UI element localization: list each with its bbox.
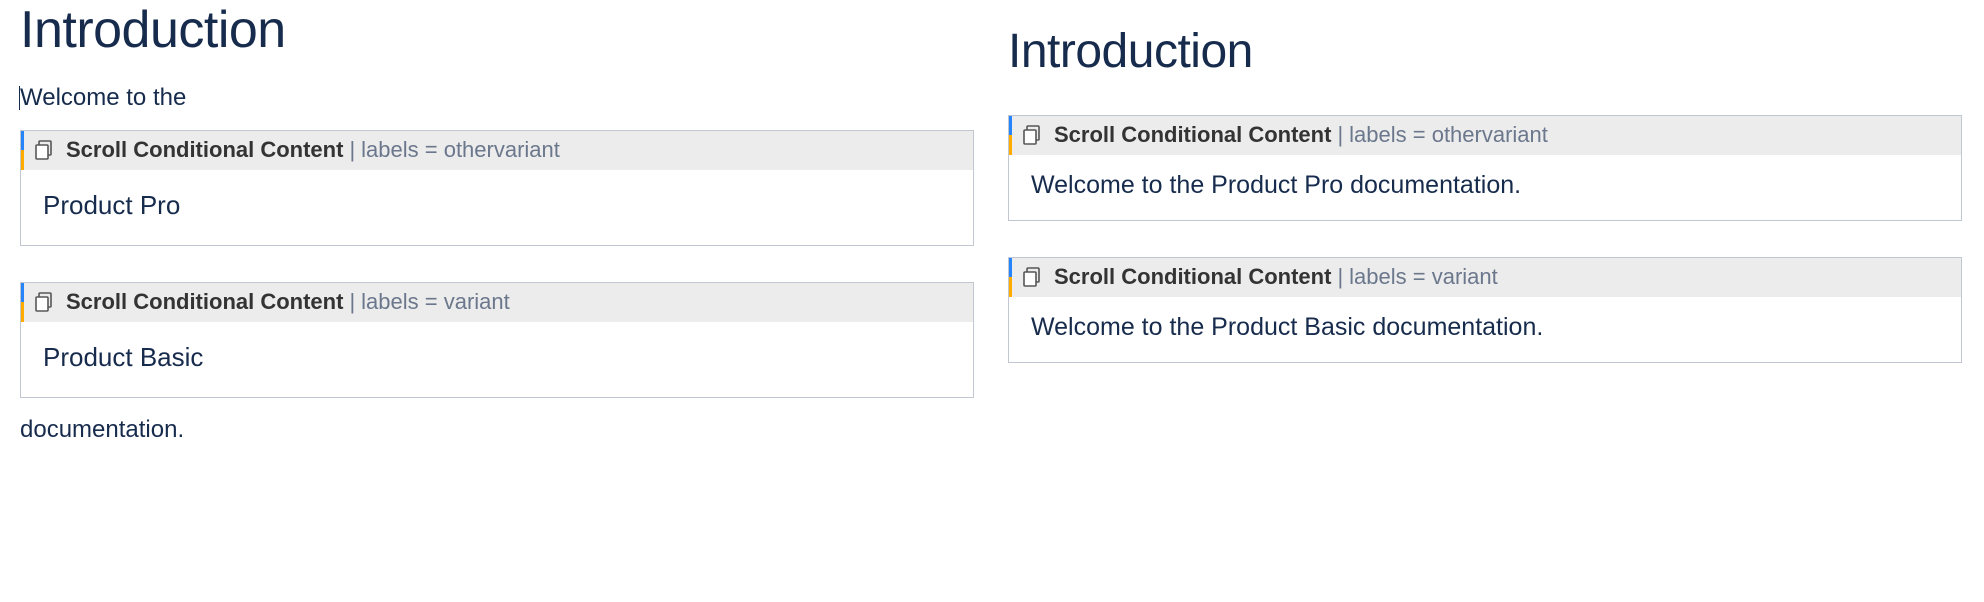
- copy-icon: [32, 290, 56, 314]
- macro-name: Scroll Conditional Content: [66, 289, 343, 315]
- macro-block[interactable]: Scroll Conditional Content | labels = ot…: [20, 130, 974, 246]
- macro-separator: |: [349, 289, 355, 315]
- copy-icon: [1020, 123, 1044, 147]
- macro-body[interactable]: Welcome to the Product Pro documentation…: [1009, 155, 1961, 220]
- macro-name: Scroll Conditional Content: [66, 137, 343, 163]
- macro-name: Scroll Conditional Content: [1054, 264, 1331, 290]
- macro-params: labels = variant: [1349, 264, 1498, 290]
- page-title: Introduction: [20, 0, 974, 60]
- macro-block[interactable]: Scroll Conditional Content | labels = va…: [20, 282, 974, 398]
- trailing-text[interactable]: documentation.: [20, 416, 974, 444]
- page-wrap: Introduction Welcome to the Scroll Condi…: [0, 0, 1984, 464]
- left-column: Introduction Welcome to the Scroll Condi…: [0, 0, 996, 464]
- right-column: Introduction Scroll Conditional Content …: [996, 0, 1984, 464]
- macro-params: labels = variant: [361, 289, 510, 315]
- macro-block[interactable]: Scroll Conditional Content | labels = va…: [1008, 257, 1962, 363]
- macro-params: labels = othervariant: [1349, 122, 1548, 148]
- macro-separator: |: [349, 137, 355, 163]
- macro-name: Scroll Conditional Content: [1054, 122, 1331, 148]
- macro-body[interactable]: Product Basic: [21, 322, 973, 397]
- text-caret: [19, 86, 20, 110]
- macro-header[interactable]: Scroll Conditional Content | labels = ot…: [21, 131, 973, 170]
- macro-header[interactable]: Scroll Conditional Content | labels = va…: [21, 283, 973, 322]
- copy-icon: [32, 138, 56, 162]
- macro-body[interactable]: Welcome to the Product Basic documentati…: [1009, 297, 1961, 362]
- macro-separator: |: [1337, 122, 1343, 148]
- macro-body[interactable]: Product Pro: [21, 170, 973, 245]
- macro-header[interactable]: Scroll Conditional Content | labels = va…: [1009, 258, 1961, 297]
- macro-params: labels = othervariant: [361, 137, 560, 163]
- macro-separator: |: [1337, 264, 1343, 290]
- page-title: Introduction: [1008, 24, 1962, 79]
- macro-header[interactable]: Scroll Conditional Content | labels = ot…: [1009, 116, 1961, 155]
- lead-text[interactable]: Welcome to the: [20, 84, 974, 112]
- copy-icon: [1020, 265, 1044, 289]
- macro-block[interactable]: Scroll Conditional Content | labels = ot…: [1008, 115, 1962, 221]
- lead-text-value: Welcome to the: [20, 84, 186, 111]
